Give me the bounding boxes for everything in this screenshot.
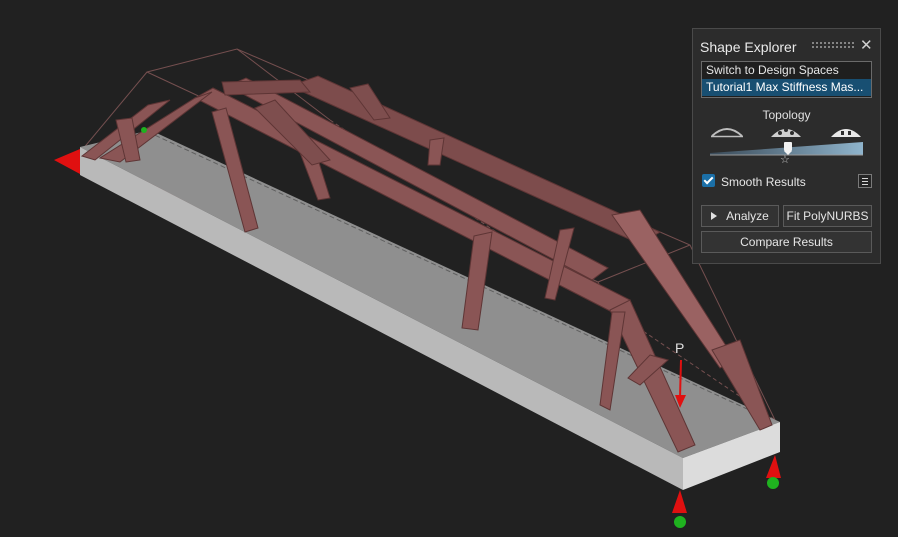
close-icon[interactable]: ✕ (860, 36, 873, 54)
load-label: P (675, 340, 684, 356)
compare-results-button[interactable]: Compare Results (701, 231, 872, 253)
shape-explorer-panel: Shape Explorer ✕ Switch to Design Spaces… (692, 28, 881, 264)
analyze-label: Analyze (726, 209, 769, 223)
list-item-tutorial1[interactable]: Tutorial1 Max Stiffness Mas... (702, 79, 871, 96)
smooth-results-row: Smooth Results (702, 174, 872, 190)
support-front[interactable] (672, 490, 687, 528)
panel-header[interactable]: Shape Explorer ✕ (693, 29, 880, 63)
list-item-switch-design-spaces[interactable]: Switch to Design Spaces (702, 62, 871, 79)
dense-shape-icon[interactable] (830, 124, 862, 141)
sparse-shape-icon[interactable] (710, 124, 744, 141)
drag-grip-icon[interactable] (811, 41, 855, 50)
analyze-button[interactable]: Analyze (701, 205, 779, 227)
small-marker (141, 127, 147, 133)
options-menu-icon[interactable] (858, 174, 872, 188)
slider-thumb[interactable] (784, 142, 792, 155)
smooth-results-label: Smooth Results (721, 175, 806, 189)
fit-polynurbs-button[interactable]: Fit PolyNURBS (783, 205, 872, 227)
play-icon (711, 212, 718, 220)
panel-title: Shape Explorer (700, 39, 797, 55)
support-left[interactable] (54, 149, 80, 174)
topology-label: Topology (762, 108, 811, 122)
load-arrow[interactable]: P (675, 340, 686, 408)
design-space-list[interactable]: Switch to Design Spaces Tutorial1 Max St… (701, 61, 872, 98)
support-back[interactable] (766, 455, 781, 489)
medium-shape-icon[interactable] (770, 124, 802, 141)
star-icon: ☆ (780, 154, 790, 166)
smooth-results-checkbox[interactable] (702, 174, 715, 187)
